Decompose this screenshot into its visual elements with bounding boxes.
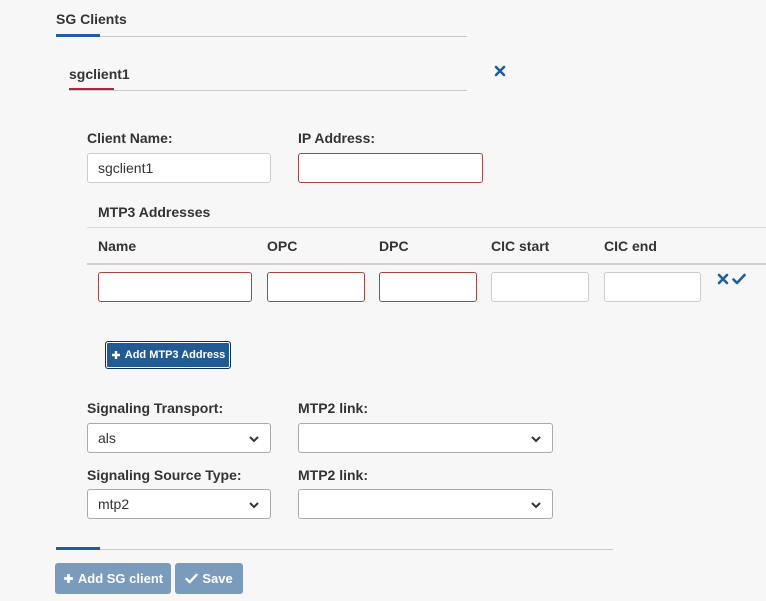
client-name-label: Client Name:	[87, 130, 173, 146]
mtp3-name-input[interactable]	[98, 272, 252, 302]
footer-divider	[56, 549, 613, 550]
mtp3-opc-input[interactable]	[267, 272, 365, 302]
check-icon	[185, 573, 199, 584]
mtp2-link-select-1[interactable]	[298, 423, 553, 453]
section-accent	[56, 34, 100, 37]
mtp2-link-select-2[interactable]	[298, 489, 553, 519]
chevron-down-icon	[530, 432, 542, 444]
col-cic-end: CIC end	[604, 238, 657, 254]
chevron-down-icon	[248, 432, 260, 444]
mtp3-top-line	[87, 227, 766, 228]
save-label: Save	[202, 571, 233, 586]
mtp2-link-label-2: MTP2 link:	[298, 467, 369, 483]
close-icon[interactable]	[716, 272, 730, 286]
check-icon[interactable]	[731, 272, 747, 286]
add-mtp3-address-label: Add MTP3 Address	[124, 349, 226, 361]
close-icon[interactable]	[493, 64, 507, 78]
col-opc: OPC	[267, 238, 298, 254]
col-name: Name	[98, 238, 137, 254]
mtp2-link-label-1: MTP2 link:	[298, 400, 369, 416]
client-accent	[69, 88, 114, 90]
add-sg-client-label: Add SG client	[77, 571, 164, 586]
add-mtp3-address-button[interactable]: Add MTP3 Address	[105, 341, 231, 369]
client-name-value: sgclient1	[98, 160, 154, 176]
client-name-input[interactable]: sgclient1	[87, 153, 271, 183]
chevron-down-icon	[248, 498, 260, 510]
mtp3-cic-end-input[interactable]	[604, 272, 701, 302]
save-button[interactable]: Save	[175, 563, 243, 594]
plus-icon	[63, 573, 74, 584]
signaling-transport-value: als	[98, 430, 116, 446]
plus-icon	[111, 350, 121, 360]
mtp3-header-line	[87, 263, 766, 265]
signaling-source-type-label: Signaling Source Type:	[87, 467, 242, 483]
ip-address-input[interactable]	[298, 153, 483, 183]
col-cic-start: CIC start	[491, 238, 550, 254]
signaling-source-type-value: mtp2	[98, 496, 130, 512]
client-divider	[69, 90, 467, 91]
signaling-transport-label: Signaling Transport:	[87, 400, 224, 416]
ip-address-label: IP Address:	[298, 130, 376, 146]
add-sg-client-button[interactable]: Add SG client	[55, 563, 171, 594]
signaling-transport-select[interactable]: als	[87, 423, 271, 453]
col-dpc: DPC	[379, 238, 409, 254]
chevron-down-icon	[530, 498, 542, 510]
mtp3-cic-start-input[interactable]	[491, 272, 589, 302]
client-title: sgclient1	[69, 66, 130, 82]
footer-accent	[56, 547, 100, 550]
signaling-source-type-select[interactable]: mtp2	[87, 489, 271, 519]
mtp3-title: MTP3 Addresses	[98, 204, 211, 220]
section-title: SG Clients	[56, 11, 127, 27]
mtp3-dpc-input[interactable]	[379, 272, 477, 302]
section-divider	[56, 36, 467, 37]
